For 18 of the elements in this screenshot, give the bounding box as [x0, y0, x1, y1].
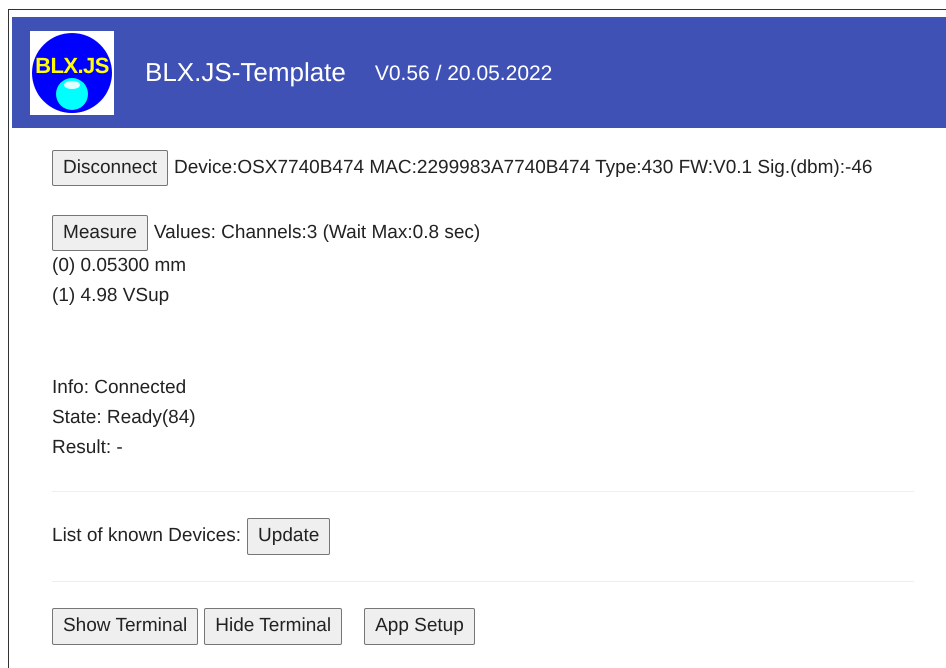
app-title: BLX.JS-Template [145, 56, 346, 89]
status-line: State: Ready(84) [52, 406, 197, 430]
channel-value: (1) 4.98 VSup [52, 284, 170, 308]
update-button[interactable]: Update [247, 518, 330, 555]
logo-text: BLX.JS [35, 54, 109, 76]
footer-button[interactable]: App Setup [364, 608, 475, 645]
devices-label: List of known Devices: [52, 524, 242, 548]
disconnect-button[interactable]: Disconnect [52, 150, 168, 186]
status-line: Info: Connected [52, 376, 188, 400]
status-line: Result: - [52, 436, 124, 460]
ball-icon [55, 76, 89, 110]
version-text: V0.56 / 20.05.2022 [374, 60, 552, 87]
measure-summary: Values: Channels:3 (Wait Max:0.8 sec) [154, 220, 480, 245]
measure-button[interactable]: Measure [52, 215, 148, 251]
footer-button[interactable]: Show Terminal [52, 608, 198, 645]
device-info: Device:OSX7740B474 MAC:2299983A7740B474 Type:430 FW:V0.1 Sig.(dbm):-46 [174, 156, 873, 180]
channel-value: (0) 0.05300 mm [52, 254, 188, 278]
footer-button[interactable]: Hide Terminal [204, 608, 342, 645]
